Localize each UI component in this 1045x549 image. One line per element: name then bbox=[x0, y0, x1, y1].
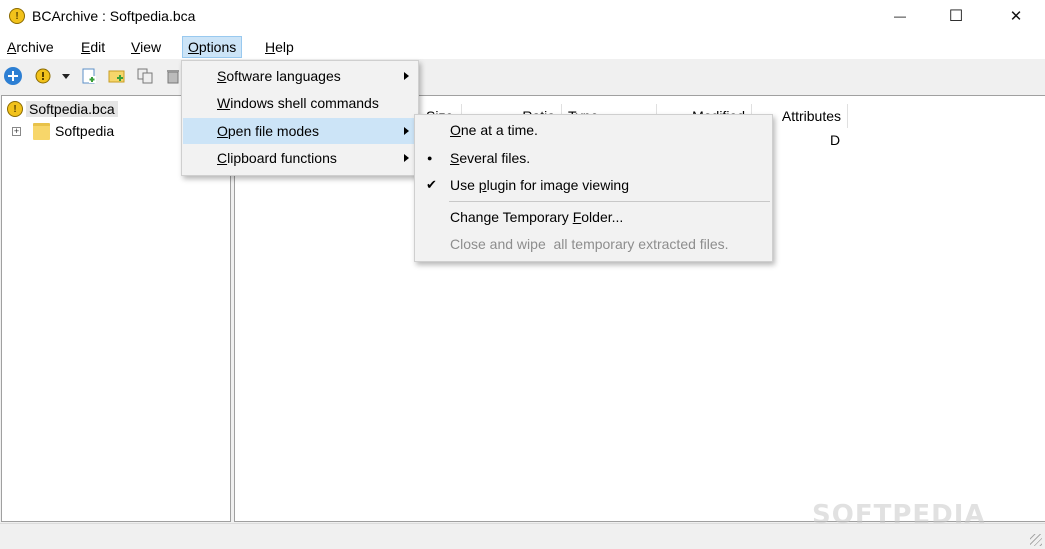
menu-close-and-wipe: Close and wipe all temporary extracted f… bbox=[450, 236, 729, 252]
radio-bullet-icon: ● bbox=[427, 153, 433, 163]
submenu-arrow-icon bbox=[404, 72, 409, 80]
add-folder-icon[interactable] bbox=[108, 67, 126, 85]
open-file-modes-submenu: One at a time. ● Several files. ✔ Use pl… bbox=[414, 114, 773, 262]
archive-icon: ! bbox=[7, 101, 23, 117]
menu-bar: Archive Edit View Options Help bbox=[0, 33, 1045, 59]
expand-icon[interactable]: + bbox=[12, 126, 21, 136]
close-button[interactable]: ✕ bbox=[993, 0, 1039, 32]
maximize-icon: ☐ bbox=[948, 8, 964, 25]
minimize-button[interactable]: — bbox=[877, 0, 923, 32]
submenu-arrow-icon bbox=[404, 127, 409, 135]
copy-icon[interactable] bbox=[136, 67, 154, 85]
tree-item-softpedia[interactable]: + Softpedia bbox=[12, 122, 114, 140]
toolbar bbox=[0, 59, 1045, 92]
menu-edit[interactable]: Edit bbox=[76, 36, 110, 58]
menu-archive[interactable]: Archive bbox=[2, 36, 59, 58]
window-title: BCArchive : Softpedia.bca bbox=[32, 8, 196, 24]
add-circle-icon[interactable] bbox=[4, 67, 22, 85]
menu-use-plugin-image-viewing[interactable]: ✔ Use plugin for image viewing bbox=[416, 172, 771, 198]
menu-one-at-a-time[interactable]: One at a time. bbox=[416, 117, 771, 143]
menu-software-languages[interactable]: Software languages bbox=[183, 63, 417, 89]
menu-open-file-modes[interactable]: Open file modes bbox=[183, 118, 417, 144]
add-file-icon[interactable] bbox=[80, 67, 98, 85]
submenu-arrow-icon bbox=[404, 154, 409, 162]
row-attributes: D bbox=[830, 132, 841, 148]
menu-several-files[interactable]: ● Several files. bbox=[416, 145, 771, 171]
folder-icon bbox=[33, 122, 50, 140]
dropdown-arrow-icon[interactable] bbox=[58, 67, 76, 85]
trash-icon[interactable] bbox=[164, 67, 182, 85]
app-icon: ! bbox=[9, 8, 25, 24]
menu-view[interactable]: View bbox=[126, 36, 166, 58]
resize-grip-icon[interactable] bbox=[1030, 534, 1042, 546]
title-bar: ! BCArchive : Softpedia.bca — ☐ ✕ bbox=[0, 0, 1045, 33]
checkmark-icon: ✔ bbox=[426, 177, 437, 192]
menu-help[interactable]: Help bbox=[260, 36, 299, 58]
tree-root-item[interactable]: ! Softpedia.bca bbox=[7, 100, 118, 118]
archive-icon[interactable] bbox=[34, 67, 52, 85]
menu-options[interactable]: Options bbox=[182, 36, 243, 58]
menu-separator bbox=[449, 201, 770, 202]
close-icon: ✕ bbox=[1009, 8, 1023, 25]
minimize-icon: — bbox=[894, 9, 906, 23]
maximize-button[interactable]: ☐ bbox=[933, 0, 979, 32]
watermark: SOFTPEDIA bbox=[812, 500, 986, 530]
menu-clipboard-functions[interactable]: Clipboard functions bbox=[183, 145, 417, 171]
options-menu: Software languages Windows shell command… bbox=[181, 60, 419, 176]
menu-windows-shell-commands[interactable]: Windows shell commands bbox=[183, 90, 417, 116]
menu-change-temporary-folder[interactable]: Change Temporary Folder... bbox=[416, 204, 771, 230]
